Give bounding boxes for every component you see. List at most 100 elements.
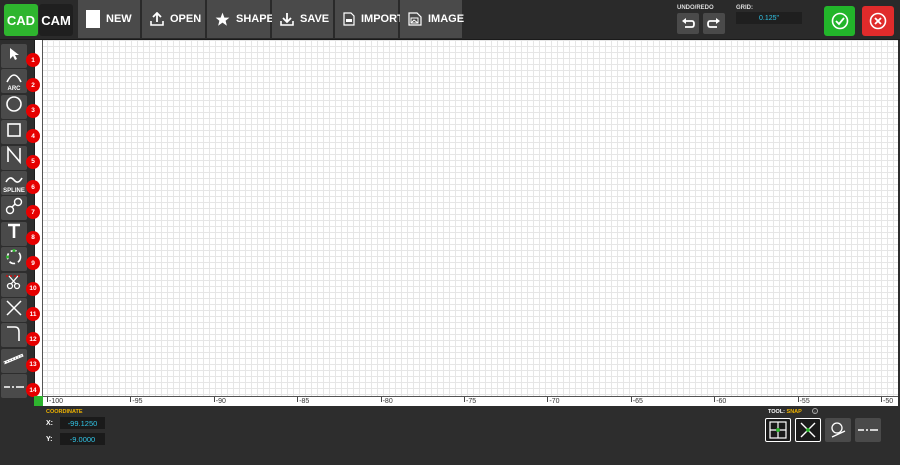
- tool-arc-button[interactable]: ARC: [1, 69, 27, 94]
- y-coordinate-row: Y: -9.0000: [46, 433, 105, 445]
- tool-number-badge: 8: [26, 230, 40, 245]
- intersection-snap-icon: [800, 422, 816, 438]
- image-button[interactable]: IMAGE: [400, 0, 465, 38]
- tool-polyline-button[interactable]: [1, 145, 27, 170]
- ruler-tick-label: -100: [47, 397, 64, 405]
- cancel-button[interactable]: [862, 6, 894, 36]
- new-document-icon: [86, 10, 100, 28]
- rectangle-icon: [6, 122, 22, 143]
- new-button[interactable]: NEW: [78, 0, 141, 38]
- shapes-button[interactable]: SHAPES: [207, 0, 281, 38]
- ruler-tick-label: -55: [797, 397, 810, 405]
- cad-mode-button[interactable]: CAD: [4, 4, 38, 36]
- open-button-label: OPEN: [170, 13, 202, 25]
- tool-text-button[interactable]: [1, 221, 27, 246]
- cam-mode-button[interactable]: CAM: [39, 4, 73, 36]
- ruler-tick-label: -60: [714, 397, 727, 405]
- close-circle-icon: [869, 12, 887, 30]
- corner-icon: [5, 324, 23, 347]
- arc-icon: [5, 70, 23, 88]
- tool-extend-button[interactable]: [1, 298, 27, 322]
- app-window: CAD CAM NEW OPEN SHAPES SAVE IMPORT IMAG…: [0, 0, 900, 465]
- tool-number-badge: 13: [26, 357, 40, 372]
- tool-circle-button[interactable]: [1, 94, 27, 119]
- tool-label: SPLINE: [3, 188, 25, 194]
- text-icon: [7, 223, 21, 244]
- dxf-file-icon: [343, 12, 355, 26]
- ruler-tick-label: -70: [547, 397, 560, 405]
- save-button-label: SAVE: [300, 13, 330, 25]
- tool-construction-line-button[interactable]: [1, 374, 27, 399]
- image-file-icon: [408, 12, 422, 26]
- ruler-tick-label: -85: [297, 397, 310, 405]
- ruler-origin: [34, 396, 43, 406]
- tool-spline-button[interactable]: SPLINE: [1, 171, 27, 195]
- grid-label: GRID:: [736, 5, 753, 11]
- info-icon[interactable]: i: [812, 408, 818, 414]
- tool-offset-button[interactable]: [1, 247, 27, 272]
- redo-icon: [707, 17, 720, 28]
- new-button-label: NEW: [106, 13, 132, 25]
- import-button[interactable]: IMPORT: [335, 0, 404, 38]
- check-circle-icon: [831, 12, 848, 30]
- ruler-tick-label: -75: [464, 397, 477, 405]
- ruler-tick-label: -65: [630, 397, 643, 405]
- snap-intersection-button[interactable]: [795, 418, 821, 442]
- tool-snap-label: TOOL: SNAP: [768, 409, 802, 415]
- grid-size-input[interactable]: 0.125": [736, 12, 802, 24]
- polyline-icon: [6, 145, 22, 169]
- horizontal-ruler: -100 -95 -90 -85 -80 -75 -70 -65 -60 -55 -50: [43, 396, 898, 406]
- trim-icon: [5, 273, 23, 296]
- tool-label: ARC: [7, 86, 21, 93]
- snap-grid-button[interactable]: [765, 418, 791, 442]
- star-icon: [215, 12, 230, 26]
- construction-line-icon: [4, 377, 24, 395]
- tool-number-badge: 5: [26, 154, 40, 169]
- tangent-snap-icon: [831, 422, 846, 438]
- ruler-tick-label: -90: [213, 397, 226, 405]
- tool-number-badge: 11: [26, 307, 40, 321]
- tool-number-badge: 3: [26, 103, 40, 118]
- confirm-button[interactable]: [824, 6, 855, 36]
- spline-icon: [5, 172, 23, 190]
- extend-icon: [5, 299, 23, 322]
- save-button[interactable]: SAVE: [272, 0, 334, 38]
- x-coordinate-row: X: -99.1250: [46, 417, 105, 429]
- snap-construction-button[interactable]: [855, 418, 881, 442]
- dashed-line-icon: [858, 429, 878, 431]
- ruler-tick-label: -50: [881, 397, 894, 405]
- drawing-tools-panel: 1 ARC 2 3 4 5 SPLINE 6 7 8 9 10 11 12 13 14: [0, 40, 40, 405]
- tool-number-badge: 6: [26, 180, 40, 194]
- ruler-tick-label: -95: [130, 397, 143, 405]
- tool-trim-button[interactable]: [1, 272, 27, 297]
- measure-icon: [3, 352, 25, 370]
- circle-icon: [5, 95, 23, 118]
- undo-button[interactable]: [677, 13, 699, 34]
- tool-rectangle-button[interactable]: [1, 120, 27, 145]
- ruler-tick-label: -80: [380, 397, 393, 405]
- tool-label-text: TOOL:: [768, 409, 786, 415]
- y-label: Y:: [46, 435, 53, 443]
- tool-measure-button[interactable]: [1, 348, 27, 373]
- download-icon: [280, 13, 294, 26]
- tool-snap-value: SNAP: [786, 409, 802, 415]
- tool-number-badge: 1: [26, 53, 40, 67]
- pointer-icon: [7, 47, 21, 66]
- status-bar: COORDINATE X: -99.1250 Y: -9.0000 TOOL: …: [0, 406, 900, 465]
- tool-corner-button[interactable]: [1, 323, 27, 348]
- y-coordinate-value: -9.0000: [60, 433, 105, 445]
- tool-pointer-button[interactable]: [1, 44, 27, 68]
- import-button-label: IMPORT: [361, 13, 404, 25]
- x-coordinate-value: -99.1250: [60, 417, 105, 429]
- redo-button[interactable]: [703, 13, 725, 34]
- snap-tangent-button[interactable]: [825, 418, 851, 442]
- grid-snap-icon: [769, 421, 787, 439]
- drawing-canvas[interactable]: [34, 40, 898, 406]
- image-button-label: IMAGE: [428, 13, 465, 25]
- upload-icon: [150, 12, 164, 26]
- fillet-icon: [5, 197, 23, 220]
- tool-fillet-button[interactable]: [1, 196, 27, 221]
- open-button[interactable]: OPEN: [142, 0, 206, 38]
- tool-number-badge: 10: [26, 281, 40, 296]
- undo-redo-label: UNDO/REDO: [677, 5, 714, 11]
